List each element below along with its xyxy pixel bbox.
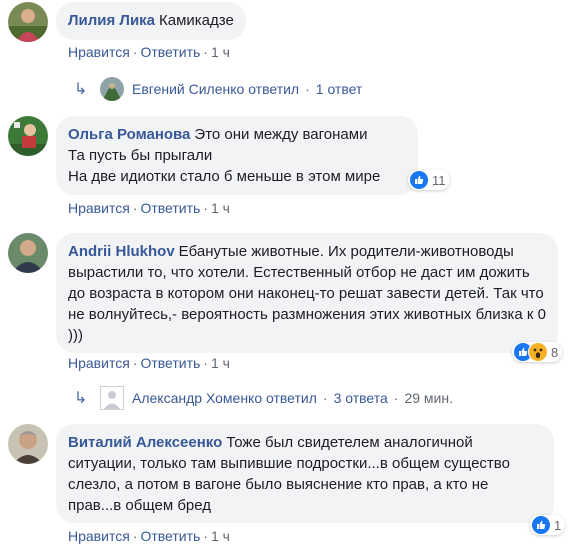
comment-text-line: На две идиотки стало б меньше в этом мир… xyxy=(68,168,381,185)
replies-count[interactable]: 1 ответ xyxy=(316,81,363,97)
reactions-badge[interactable]: 11 xyxy=(408,170,450,190)
comment-time[interactable]: 1 ч xyxy=(211,528,230,544)
like-icon xyxy=(410,171,428,189)
comment-time[interactable]: 1 ч xyxy=(211,355,230,371)
comment-text-line: Та пусть бы прыгали xyxy=(68,147,213,164)
replies-time: 29 мин. xyxy=(404,390,453,406)
comment-author[interactable]: Лилия Лика xyxy=(68,12,155,29)
comment-text-line: Это они между вагонами xyxy=(194,126,368,143)
avatar[interactable] xyxy=(8,116,48,156)
reactions-count: 8 xyxy=(551,344,559,360)
replies-author[interactable]: Евгений Силенко ответил xyxy=(132,81,299,97)
reactions-count: 1 xyxy=(554,517,562,533)
like-icon xyxy=(532,516,550,534)
comment-actions: Нравится · Ответить · 1 ч xyxy=(68,44,230,60)
like-link[interactable]: Нравится xyxy=(68,200,130,216)
comment-actions: Нравится · Ответить · 1 ч xyxy=(68,355,230,371)
reactions-badge[interactable]: 1 xyxy=(530,515,566,535)
comment-text: Камикадзе xyxy=(159,12,234,29)
comment-author[interactable]: Ольга Романова xyxy=(68,126,190,143)
comment-author[interactable]: Виталий Алексеенко xyxy=(68,434,222,451)
avatar[interactable] xyxy=(8,424,48,464)
avatar[interactable] xyxy=(8,233,48,273)
replies-count[interactable]: 3 ответа xyxy=(334,390,388,406)
wow-icon xyxy=(529,343,547,361)
comment-bubble: Виталий Алексеенко Тоже был свидетелем ан… xyxy=(56,424,554,523)
comment-time[interactable]: 1 ч xyxy=(211,200,230,216)
avatar xyxy=(100,77,124,101)
reply-link[interactable]: Ответить xyxy=(140,200,200,216)
reply-link[interactable]: Ответить xyxy=(140,528,200,544)
avatar xyxy=(100,386,124,410)
like-link[interactable]: Нравится xyxy=(68,355,130,371)
comment-bubble: Лилия Лика Камикадзе xyxy=(56,2,246,40)
comment-time[interactable]: 1 ч xyxy=(211,44,230,60)
replies-author[interactable]: Александр Хоменко ответил xyxy=(132,390,317,406)
reactions-badge[interactable]: 8 xyxy=(512,342,563,362)
comment-actions: Нравится · Ответить · 1 ч xyxy=(68,200,230,216)
comment-author[interactable]: Andrii Hlukhov xyxy=(68,243,175,260)
avatar[interactable] xyxy=(8,2,48,42)
like-link[interactable]: Нравится xyxy=(68,528,130,544)
replies-summary[interactable]: ↳ Александр Хоменко ответил · 3 ответа · 29 … xyxy=(74,386,453,410)
reply-link[interactable]: Ответить xyxy=(140,44,200,60)
reply-arrow-icon: ↳ xyxy=(74,81,88,98)
comment-bubble: Ольга Романова Это они между вагонами Та … xyxy=(56,116,418,195)
comment-actions: Нравится · Ответить · 1 ч xyxy=(68,528,230,544)
reply-link[interactable]: Ответить xyxy=(140,355,200,371)
comment-bubble: Andrii Hlukhov Ебанутые животные. Их роди… xyxy=(56,233,558,353)
reply-arrow-icon: ↳ xyxy=(74,390,88,407)
replies-summary[interactable]: ↳ Евгений Силенко ответил · 1 ответ xyxy=(74,77,362,101)
like-link[interactable]: Нравится xyxy=(68,44,130,60)
reactions-count: 11 xyxy=(432,172,446,188)
